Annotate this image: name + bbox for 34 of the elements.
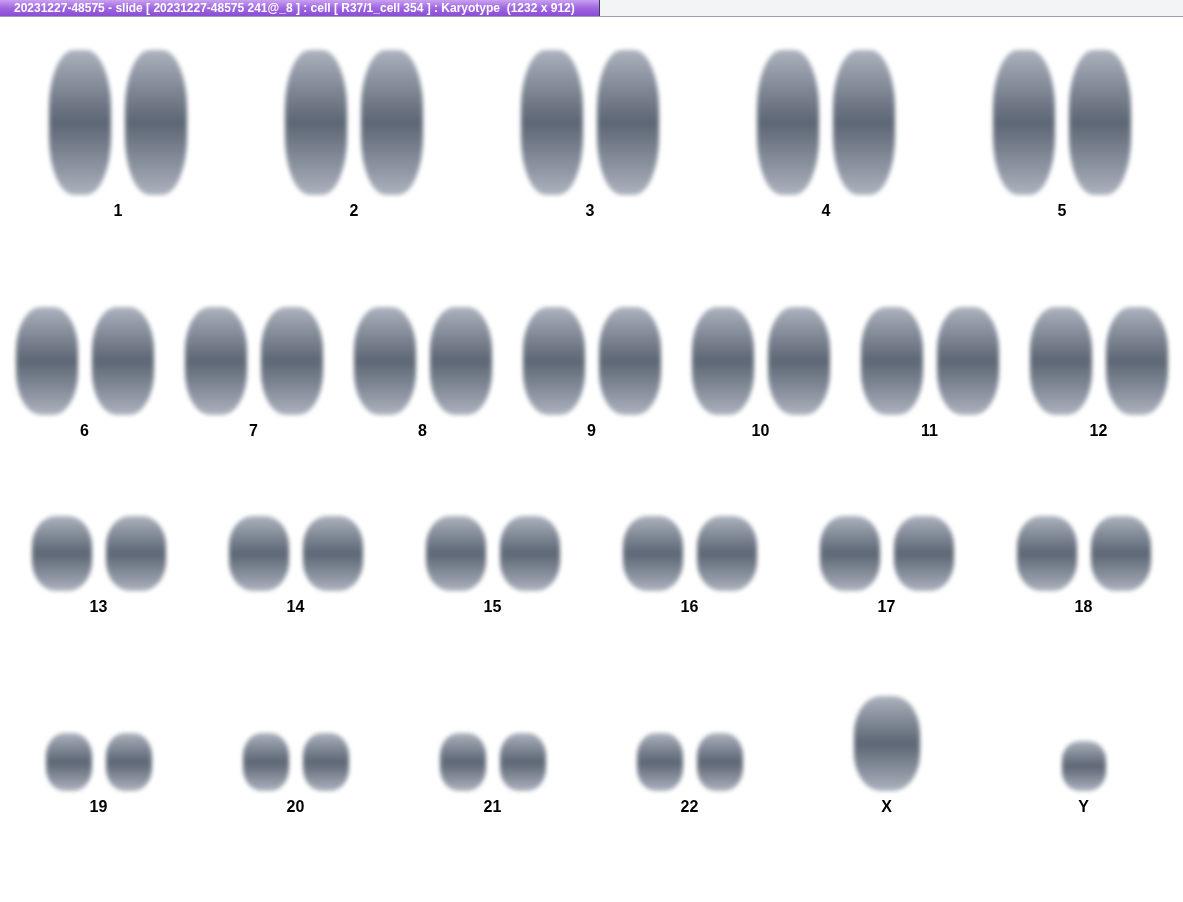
chromosome-image [45, 733, 92, 791]
window-title: 20231227-48575 - slide [ 20231227-48575 241@_8 ] : cell [ R37/1_cell 354 ] : Karyotype (1232 x 912) [0, 0, 600, 16]
chromosome-label: 1 [113, 201, 123, 221]
chromosome-image [439, 733, 486, 791]
chromosome-label: 22 [680, 797, 699, 817]
chromosome-label: 19 [89, 797, 108, 817]
chromosome-image [242, 733, 289, 791]
chromosome-image [696, 733, 743, 791]
chromosome-label: 21 [483, 797, 502, 817]
chromosome-label: 5 [1057, 201, 1067, 221]
chromosome-label: 3 [585, 201, 595, 221]
chromosome-label: 17 [877, 597, 896, 617]
chromosome-label: 16 [680, 597, 699, 617]
chromosome-label: 20 [286, 797, 305, 817]
chromosome-label: 2 [349, 201, 359, 221]
chromosome-label: 12 [1089, 421, 1108, 441]
chromosome-label: 6 [80, 421, 89, 441]
chromosome-label: 11 [921, 421, 938, 441]
chromosome-image [302, 733, 349, 791]
chromosome-label: 18 [1074, 597, 1093, 617]
chromosome-image [499, 733, 546, 791]
chromosome-label: Y [1078, 797, 1089, 817]
chromosome-label: 9 [587, 421, 596, 441]
chromosome-image [636, 733, 683, 791]
chromosome-image [1061, 741, 1106, 791]
chromosome-label: 13 [89, 597, 108, 617]
chromosome-label: X [881, 797, 892, 817]
chromosome-label: 15 [483, 597, 502, 617]
chromosome-label: 8 [418, 421, 427, 441]
chromosome-label: 4 [821, 201, 831, 221]
chromosome-label: 10 [751, 421, 770, 441]
chromosome-label: 14 [286, 597, 305, 617]
chromosome-image [105, 733, 152, 791]
chromosome-label: 7 [249, 421, 258, 441]
